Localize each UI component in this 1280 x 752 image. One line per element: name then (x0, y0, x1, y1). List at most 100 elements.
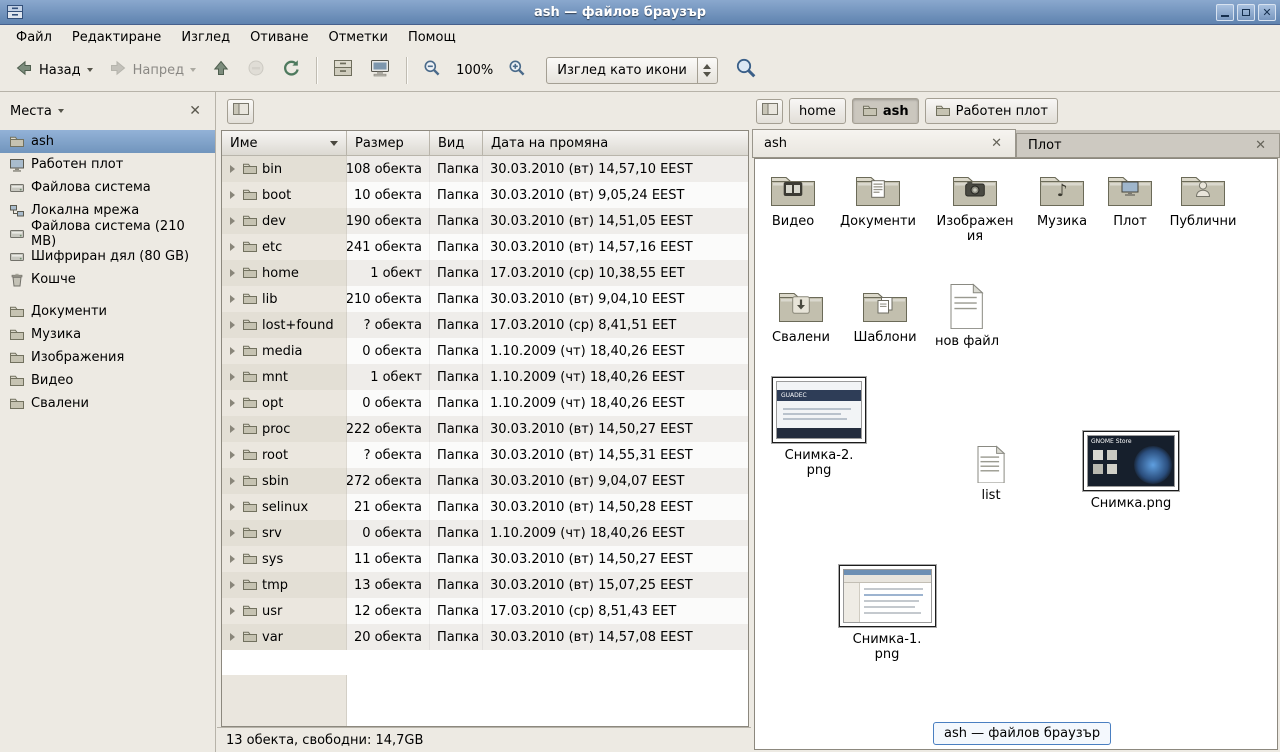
table-row-lost+found[interactable]: lost+found? обектаПапка17.03.2010 (ср) 8… (222, 312, 748, 338)
view-mode-spinner[interactable] (697, 58, 717, 83)
sidebar-close-button[interactable]: ✕ (185, 102, 205, 120)
menu-help[interactable]: Помощ (398, 27, 466, 48)
tab-close-button[interactable]: ✕ (989, 136, 1004, 151)
table-row-var[interactable]: var20 обектаПапка30.03.2010 (вт) 14,57,0… (222, 624, 748, 650)
forward-button[interactable]: Напред (102, 54, 202, 86)
sidebar-item-documents[interactable]: Документи (0, 300, 215, 323)
table-row-lib[interactable]: lib210 обектаПапка30.03.2010 (вт) 9,04,1… (222, 286, 748, 312)
table-row-dev[interactable]: dev190 обектаПапка30.03.2010 (вт) 14,51,… (222, 208, 748, 234)
column-header-type[interactable]: Вид (430, 131, 483, 156)
search-button[interactable] (729, 53, 763, 87)
tab-close-button[interactable]: ✕ (1253, 138, 1268, 153)
stop-button[interactable] (240, 54, 272, 86)
expander-icon[interactable] (230, 373, 235, 381)
tab-plot[interactable]: Плот✕ (1016, 133, 1280, 157)
sidebar-selector-chevron-icon[interactable] (58, 109, 64, 113)
icon-item-downloads[interactable]: Свалени (754, 285, 849, 345)
icon-item-public[interactable]: Публични (1155, 169, 1251, 229)
column-header-size[interactable]: Размер (347, 131, 430, 156)
expander-icon[interactable] (230, 321, 235, 329)
sidebar-item-encrypted-80gb[interactable]: Шифриран дял (80 GB) (0, 245, 215, 268)
sidebar-item-desktop[interactable]: Работен плот (0, 153, 215, 176)
path-button-desktop[interactable]: Работен плот (925, 98, 1058, 124)
menu-file[interactable]: Файл (6, 27, 62, 48)
table-row-root[interactable]: root? обектаПапка30.03.2010 (вт) 14,55,3… (222, 442, 748, 468)
expander-icon[interactable] (230, 347, 235, 355)
expander-icon[interactable] (230, 633, 235, 641)
column-header-name[interactable]: Име (222, 131, 347, 156)
expander-icon[interactable] (230, 243, 235, 251)
icon-item-video[interactable]: Видео (754, 169, 841, 229)
icon-item-snimka-1[interactable]: Снимка-1. png (839, 565, 935, 663)
expander-icon[interactable] (230, 581, 235, 589)
home-button[interactable] (326, 54, 360, 86)
reload-button[interactable] (275, 54, 307, 86)
icon-item-new-file[interactable]: нов файл (919, 283, 1015, 349)
cell-size: 13 обекта (347, 572, 430, 598)
icon-item-snimka[interactable]: GNOME StoreСнимка.png (1083, 431, 1179, 511)
expander-icon[interactable] (230, 269, 235, 277)
icon-item-snimka-2[interactable]: GUADECСнимка-2. png (771, 377, 867, 479)
zoom-in-button[interactable] (501, 54, 533, 86)
expander-icon[interactable] (230, 295, 235, 303)
table-row-bin[interactable]: bin108 обектаПапка30.03.2010 (вт) 14,57,… (222, 156, 748, 182)
path-button-ash[interactable]: ash (852, 98, 919, 124)
expander-icon[interactable] (230, 217, 235, 225)
location-toggle-button[interactable] (227, 99, 254, 124)
table-row-sys[interactable]: sys11 обектаПапка30.03.2010 (вт) 14,50,2… (222, 546, 748, 572)
menu-bookmarks[interactable]: Отметки (318, 27, 397, 48)
sidebar-item-filesystem[interactable]: Файлова система (0, 176, 215, 199)
table-row-proc[interactable]: proc222 обектаПапка30.03.2010 (вт) 14,50… (222, 416, 748, 442)
sidebar-item-ash[interactable]: ash (0, 130, 215, 153)
sidebar-item-filesystem-210mb[interactable]: Файлова система (210 MB) (0, 222, 215, 245)
expander-icon[interactable] (230, 503, 235, 511)
icon-item-list[interactable]: list (943, 445, 1039, 503)
sidebar-item-trash[interactable]: Кошче (0, 268, 215, 291)
back-history-chevron-icon[interactable] (87, 68, 93, 72)
table-row-boot[interactable]: boot10 обектаПапка30.03.2010 (вт) 9,05,2… (222, 182, 748, 208)
table-row-opt[interactable]: opt0 обектаПапка1.10.2009 (чт) 18,40,26 … (222, 390, 748, 416)
sidebar-item-video[interactable]: Видео (0, 369, 215, 392)
maximize-button[interactable] (1237, 4, 1255, 21)
table-row-usr[interactable]: usr12 обектаПапка17.03.2010 (ср) 8,51,43… (222, 598, 748, 624)
path-button-home[interactable]: home (789, 98, 846, 124)
expander-icon[interactable] (230, 165, 235, 173)
expander-icon[interactable] (230, 425, 235, 433)
up-button[interactable] (205, 54, 237, 86)
view-mode-select[interactable]: Изглед като икони (546, 57, 718, 84)
table-row-etc[interactable]: etc241 обектаПапка30.03.2010 (вт) 14,57,… (222, 234, 748, 260)
icon-view[interactable]: ВидеоДокументиИзображен ия♪МузикаПлотПуб… (754, 158, 1278, 750)
pathbar-root-button[interactable] (756, 99, 783, 124)
sort-indicator-icon (330, 141, 338, 146)
minimize-button[interactable] (1216, 4, 1234, 21)
computer-button[interactable] (363, 54, 397, 86)
table-row-home[interactable]: home1 обектПапка17.03.2010 (ср) 10,38,55… (222, 260, 748, 286)
close-button[interactable]: ✕ (1258, 4, 1276, 21)
expander-icon[interactable] (230, 477, 235, 485)
back-button[interactable]: Назад (8, 54, 99, 86)
expander-icon[interactable] (230, 191, 235, 199)
table-row-tmp[interactable]: tmp13 обектаПапка30.03.2010 (вт) 15,07,2… (222, 572, 748, 598)
expander-icon[interactable] (230, 451, 235, 459)
table-row-sbin[interactable]: sbin272 обектаПапка30.03.2010 (вт) 9,04,… (222, 468, 748, 494)
icon-item-documents[interactable]: Документи (830, 169, 926, 229)
table-row-selinux[interactable]: selinux21 обектаПапка30.03.2010 (вт) 14,… (222, 494, 748, 520)
table-row-srv[interactable]: srv0 обектаПапка1.10.2009 (чт) 18,40,26 … (222, 520, 748, 546)
sidebar-item-music[interactable]: Музика (0, 323, 215, 346)
table-row-mnt[interactable]: mnt1 обектПапка1.10.2009 (чт) 18,40,26 E… (222, 364, 748, 390)
expander-icon[interactable] (230, 607, 235, 615)
tab-ash[interactable]: ash✕ (752, 129, 1016, 157)
expander-icon[interactable] (230, 555, 235, 563)
expander-icon[interactable] (230, 529, 235, 537)
menu-view[interactable]: Изглед (171, 27, 240, 48)
expander-icon[interactable] (230, 399, 235, 407)
icon-item-pictures[interactable]: Изображен ия (927, 169, 1023, 245)
document-emblem-icon (871, 180, 885, 202)
column-header-modified[interactable]: Дата на промяна (483, 131, 748, 156)
zoom-out-button[interactable] (416, 54, 448, 86)
menu-edit[interactable]: Редактиране (62, 27, 171, 48)
menu-go[interactable]: Отиване (240, 27, 318, 48)
sidebar-item-downloads[interactable]: Свалени (0, 392, 215, 415)
table-row-media[interactable]: media0 обектаПапка1.10.2009 (чт) 18,40,2… (222, 338, 748, 364)
sidebar-item-pictures[interactable]: Изображения (0, 346, 215, 369)
